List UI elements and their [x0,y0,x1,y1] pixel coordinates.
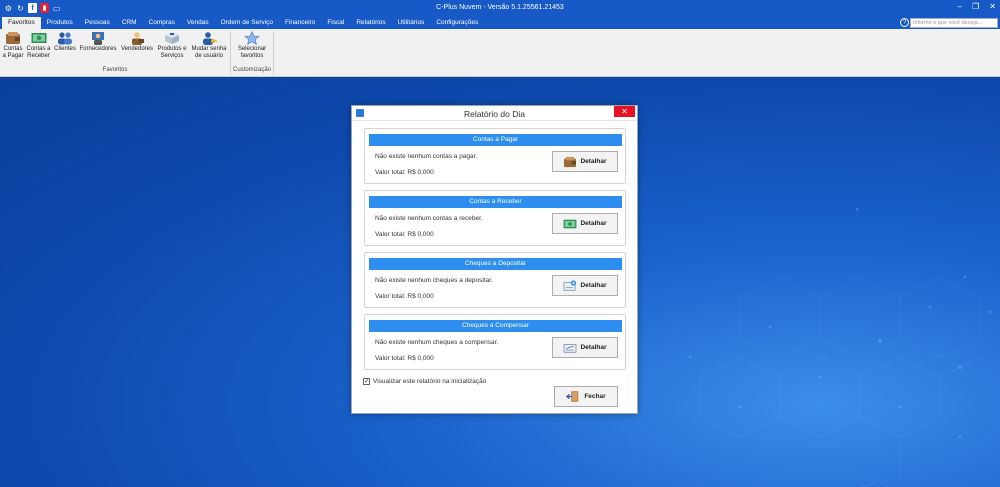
panel-message: Não existe nenhum cheques a depositar. [375,277,493,284]
show-on-startup-checkbox[interactable]: ✓ Visualizar este relatório na inicializ… [363,378,486,385]
money-icon [31,33,46,43]
dialog-title: Relatório do Dia [464,109,525,119]
daily-report-dialog: Relatório do Dia ✕ Contas a Pagar Não ex… [351,105,638,414]
ribbon-vendedores-button[interactable]: Vendedores [119,31,155,53]
panel-header: Contas a Receber [369,196,622,208]
ribbon-group-label-customizacao: Customização [232,67,271,73]
tab-ordem-de-servico[interactable]: Ordem de Serviço [215,17,279,29]
wallet-icon [564,156,577,167]
button-label: Fechar [584,393,606,400]
panel-message: Não existe nenhum cheques a compensar. [375,339,499,346]
checkbox-label: Visualizar este relatório na inicializaç… [373,378,487,385]
panel-cheques-a-depositar: Cheques a Depositar Não existe nenhum ch… [364,252,626,308]
tab-utilitarios[interactable]: Utilitários [392,17,431,29]
ribbon-label: Produtos e Serviços [157,46,187,59]
box-icon [165,32,179,44]
search-input[interactable]: Informe o que você deseja... [910,18,998,28]
close-window-icon[interactable]: ✕ [989,2,996,11]
ribbon-selecionar-favoritos-button[interactable]: Selecionar favoritos [233,31,271,60]
ribbon-label: Selecionar favoritos [237,46,267,59]
panel-message: Não existe nenhum contas a pagar. [375,153,478,160]
ribbon-label: Clientes [54,46,76,52]
ribbon-group-label-favoritos: Favoritos [102,67,128,73]
cheque-deposit-icon [564,279,577,291]
detalhar-button[interactable]: Detalhar [552,151,618,172]
tab-configuracoes[interactable]: Configurações [430,17,484,29]
panel-contas-a-receber: Contas a Receber Não existe nenhum conta… [364,190,626,246]
tab-vendas[interactable]: Vendas [181,17,215,29]
detalhar-button[interactable]: Detalhar [552,213,618,234]
tab-financeiro[interactable]: Financeiro [279,17,321,29]
panel-total: Valor total: R$ 0,000 [375,293,434,300]
money-icon [564,219,577,228]
minimize-icon[interactable]: – [958,2,962,11]
supplier-icon [92,32,104,45]
ribbon-label: Contas a Pagar [2,46,24,59]
users-icon [58,32,72,45]
close-icon[interactable]: ✕ [614,106,635,117]
ribbon-label: Vendedores [120,46,154,52]
button-label: Detalhar [580,220,607,227]
tab-compras[interactable]: Compras [143,17,181,29]
panel-total: Valor total: R$ 0,000 [375,355,434,362]
ribbon-label: Contas a Receber [26,46,51,59]
ribbon-contas-a-pagar-button[interactable]: Contas a Pagar [2,31,24,60]
ribbon-contas-a-receber-button[interactable]: Contas a Receber [26,31,51,60]
title-bar: ⚙ ↻ f ▮ ▭ C-Plus Nuvem - Versão 5.1.2556… [0,0,1000,17]
star-icon [244,31,260,45]
cheque-icon [564,343,577,353]
button-label: Detalhar [580,344,607,351]
panel-header: Cheques a Depositar [369,258,622,270]
help-icon[interactable]: ? [900,18,909,27]
panel-header: Contas a Pagar [369,134,622,146]
tab-favoritos[interactable]: Favoritos [2,17,41,29]
ribbon-produtos-e-servicos-button[interactable]: Produtos e Serviços [157,31,187,60]
ribbon-clientes-button[interactable]: Clientes [53,31,77,53]
tab-pessoas[interactable]: Pessoas [79,17,116,29]
tab-crm[interactable]: CRM [116,17,143,29]
wallet-icon [6,32,20,44]
window-title: C-Plus Nuvem - Versão 5.1.25561.21453 [436,4,564,11]
user-key-icon [203,32,217,45]
tab-fiscal[interactable]: Fiscal [321,17,350,29]
ribbon-mudar-senha-button[interactable]: Mudar senha de usuário [190,31,228,60]
seller-icon [132,32,144,45]
dialog-title-bar: Relatório do Dia ✕ [352,106,637,121]
fechar-button[interactable]: Fechar [554,386,618,407]
ribbon-fornecedores-button[interactable]: Fornecedores [79,31,117,53]
panel-total: Valor total: R$ 0,000 [375,231,434,238]
ribbon-label: Mudar senha de usuário [191,46,227,59]
button-label: Detalhar [580,282,607,289]
checkbox-box[interactable]: ✓ [363,378,370,385]
exit-door-icon [566,391,579,402]
tab-relatorios[interactable]: Relatórios [350,17,391,29]
tab-produtos[interactable]: Produtos [41,17,79,29]
window-controls: – ❐ ✕ [958,2,996,11]
detalhar-button[interactable]: Detalhar [552,275,618,296]
detalhar-button[interactable]: Detalhar [552,337,618,358]
panel-contas-a-pagar: Contas a Pagar Não existe nenhum contas … [364,128,626,184]
menu-bar: Favoritos Produtos Pessoas CRM Compras V… [0,17,1000,29]
ribbon-group-separator [273,31,274,75]
ribbon-label: Fornecedores [79,46,117,52]
button-label: Detalhar [580,158,607,165]
restore-icon[interactable]: ❐ [972,2,979,11]
panel-cheques-a-compensar: Cheques a Compensar Não existe nenhum ch… [364,314,626,370]
panel-header: Cheques a Compensar [369,320,622,332]
ribbon: Contas a Pagar Contas a Receber Clientes… [0,29,1000,77]
panel-total: Valor total: R$ 0,000 [375,169,434,176]
panel-message: Não existe nenhum contas a receber. [375,215,483,222]
